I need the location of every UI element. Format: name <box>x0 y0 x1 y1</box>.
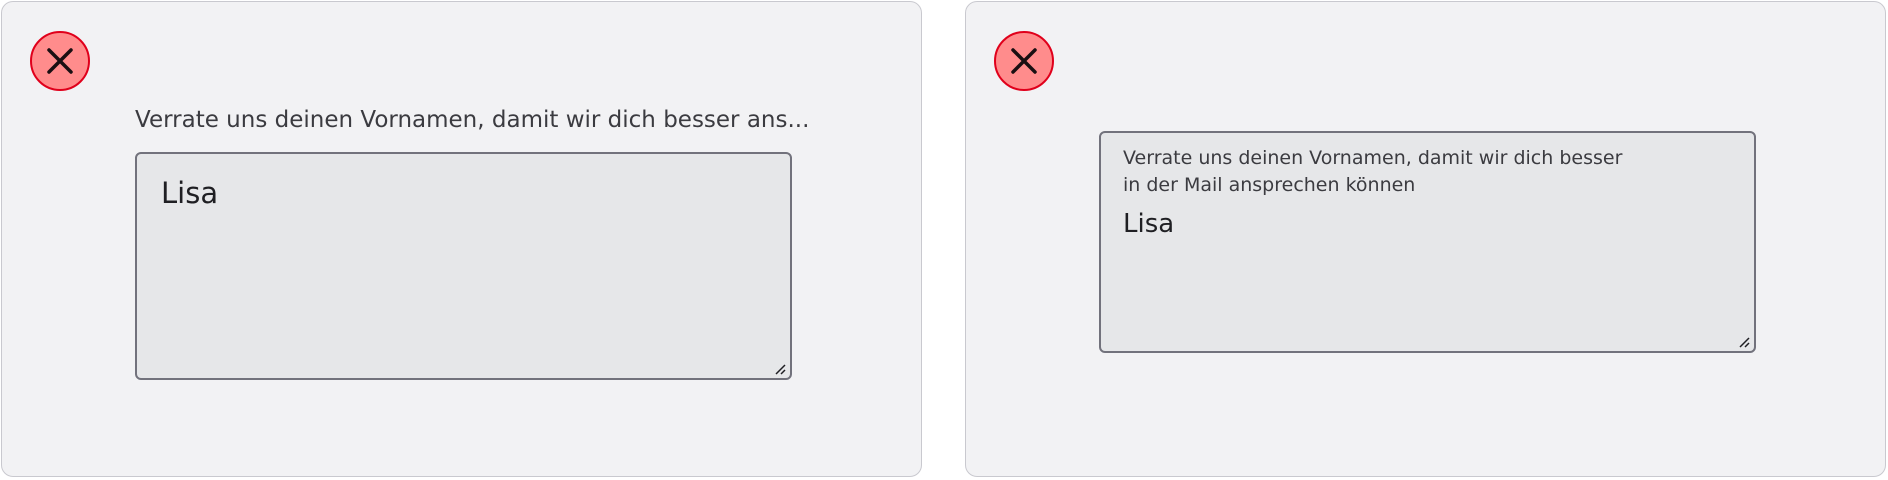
field-label: Verrate uns deinen Vornamen, damit wir d… <box>135 107 810 133</box>
first-name-textarea[interactable]: Lisa <box>135 152 792 380</box>
field-label-line-1: Verrate uns deinen Vornamen, damit wir d… <box>1123 147 1623 169</box>
error-close-icon <box>30 31 90 91</box>
field-label-line-2: in der Mail ansprechen können <box>1123 174 1416 196</box>
variant-panel-label-above: Verrate uns deinen Vornamen, damit wir d… <box>1 1 922 477</box>
resize-handle-icon[interactable] <box>773 361 787 375</box>
textarea-value: Lisa <box>1123 209 1175 239</box>
resize-handle-icon[interactable] <box>1737 334 1751 348</box>
first-name-textarea[interactable]: Verrate uns deinen Vornamen, damit wir d… <box>1099 131 1756 353</box>
variant-panel-label-inside: Verrate uns deinen Vornamen, damit wir d… <box>965 1 1886 477</box>
textarea-value: Lisa <box>161 176 219 210</box>
field-label: Verrate uns deinen Vornamen, damit wir d… <box>1123 145 1643 199</box>
error-close-icon <box>994 31 1054 91</box>
